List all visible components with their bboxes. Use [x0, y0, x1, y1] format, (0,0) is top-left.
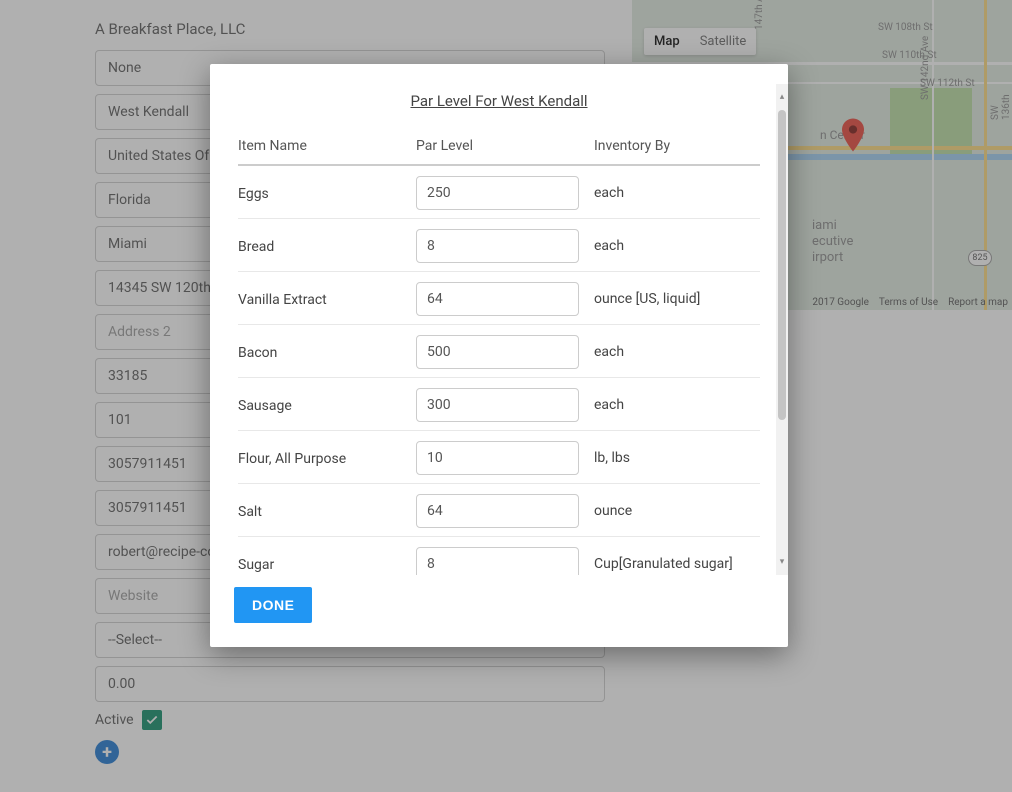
table-row: Sausage300 each [238, 378, 760, 431]
scroll-down-icon[interactable]: ▾ [776, 555, 788, 569]
table-row: Eggs250 each [238, 166, 760, 219]
item-name: Sausage [238, 396, 416, 414]
scrollbar-track[interactable]: ▴ ▾ [776, 84, 788, 575]
scroll-up-icon[interactable]: ▴ [776, 90, 788, 104]
inventory-by: each [594, 344, 760, 360]
modal-title: Par Level For West Kendall [238, 92, 760, 110]
item-name: Bacon [238, 343, 416, 361]
inventory-by: Cup[Granulated sugar] [594, 556, 760, 572]
inventory-by: lb, lbs [594, 450, 760, 466]
item-name: Flour, All Purpose [238, 449, 416, 467]
modal-body: ▴ ▾ Par Level For West Kendall Item Name… [210, 64, 788, 575]
table-row: Salt64 ounce [238, 484, 760, 537]
scrollbar-thumb[interactable] [778, 110, 786, 420]
item-name: Bread [238, 237, 416, 255]
table-row: Sugar8 Cup[Granulated sugar] [238, 537, 760, 575]
par-level-input[interactable]: 250 [416, 176, 579, 210]
par-level-input[interactable]: 10 [416, 441, 579, 475]
table-row: Flour, All Purpose10 lb, lbs [238, 431, 760, 484]
inventory-by: ounce [594, 503, 760, 519]
col-header-name: Item Name [238, 138, 416, 154]
par-level-input[interactable]: 500 [416, 335, 579, 369]
col-header-par: Par Level [416, 138, 594, 154]
table-header: Item Name Par Level Inventory By [238, 138, 760, 166]
inventory-by: each [594, 238, 760, 254]
inventory-by: ounce [US, liquid] [594, 291, 760, 307]
item-name: Eggs [238, 184, 416, 202]
par-level-input[interactable]: 300 [416, 388, 579, 422]
done-button[interactable]: DONE [234, 587, 312, 623]
item-name: Salt [238, 502, 416, 520]
par-level-input[interactable]: 8 [416, 547, 579, 575]
modal-footer: DONE [210, 575, 788, 647]
par-level-input[interactable]: 64 [416, 282, 579, 316]
table-row: Bacon500 each [238, 325, 760, 378]
item-name: Vanilla Extract [238, 290, 416, 308]
item-name: Sugar [238, 555, 416, 573]
table-row: Bread8 each [238, 219, 760, 272]
par-table: Item Name Par Level Inventory By Eggs250… [238, 138, 760, 575]
inventory-by: each [594, 185, 760, 201]
par-level-modal: ▴ ▾ Par Level For West Kendall Item Name… [210, 64, 788, 647]
par-level-input[interactable]: 8 [416, 229, 579, 263]
col-header-inv: Inventory By [594, 138, 760, 154]
table-row: Vanilla Extract64 ounce [US, liquid] [238, 272, 760, 325]
par-level-input[interactable]: 64 [416, 494, 579, 528]
inventory-by: each [594, 397, 760, 413]
